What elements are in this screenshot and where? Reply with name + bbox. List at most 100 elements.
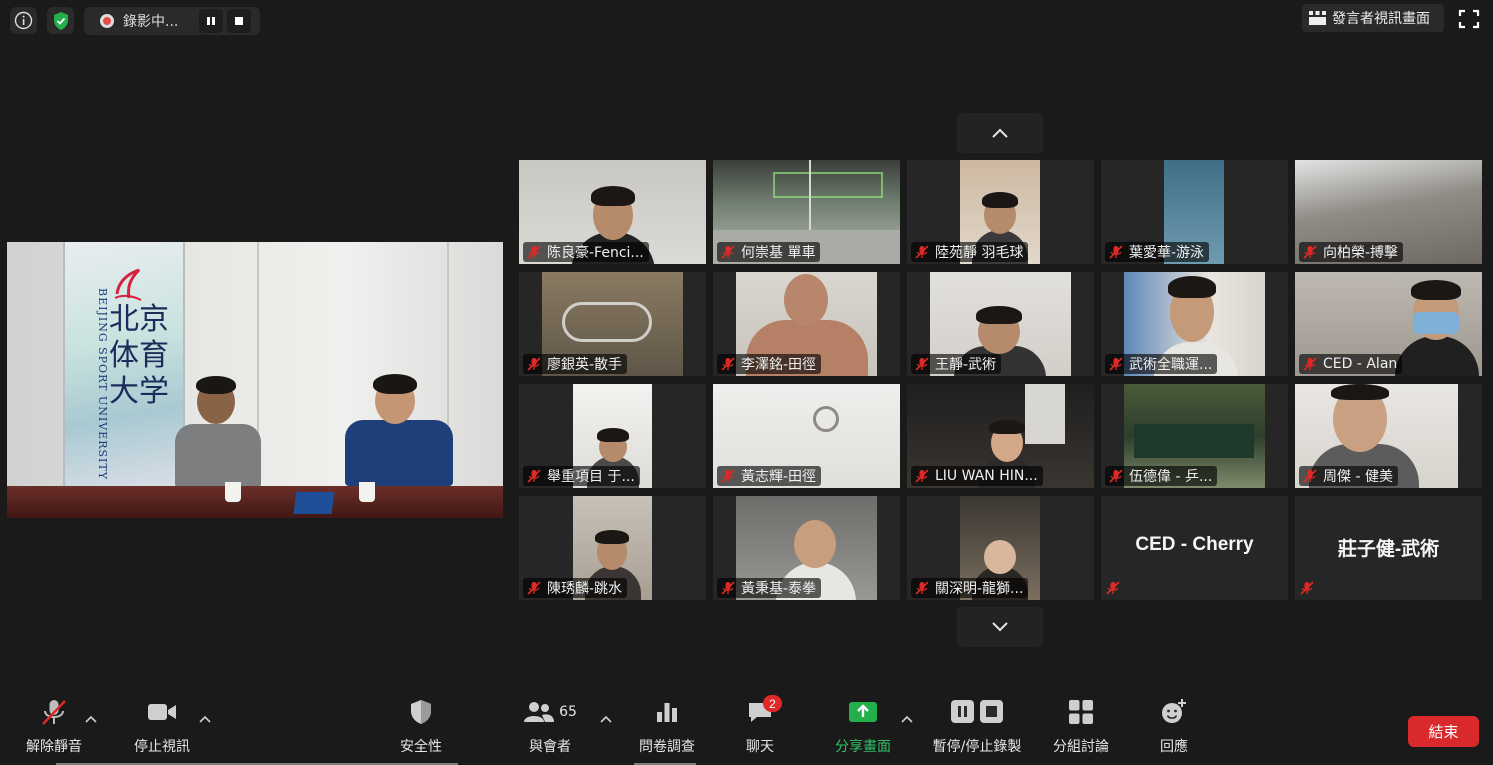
pause-stop-recording-label: 暫停/停止錄製 <box>932 739 1022 755</box>
participant-tile[interactable]: 關深明-龍獅... <box>907 496 1094 600</box>
person-jacket <box>345 420 453 486</box>
mic-muted-icon <box>1109 357 1123 371</box>
hair <box>989 420 1025 434</box>
security-button[interactable]: 安全性 <box>388 694 454 765</box>
share-screen-button[interactable]: 分享畫面 <box>830 694 896 765</box>
pause-stop-recording-button[interactable]: 暫停/停止錄製 <box>928 694 1026 765</box>
participant-tile[interactable]: 黃志輝-田徑 <box>713 384 900 488</box>
person-hair <box>373 374 417 394</box>
participants-count: 65 <box>559 704 577 720</box>
participants-button[interactable]: 65 與會者 <box>518 694 582 765</box>
share-screen-label: 分享畫面 <box>835 739 891 755</box>
participant-name: 陳琇麟-跳水 <box>547 581 623 597</box>
hair <box>1168 276 1216 298</box>
participant-name: LIU WAN HIN... <box>935 468 1038 484</box>
participant-tile[interactable]: 李澤銘-田徑 <box>713 272 900 376</box>
unmute-button[interactable]: 解除靜音 <box>20 694 88 765</box>
participant-display-name: 莊子健-武術 <box>1337 539 1440 560</box>
participant-name: 陈良豪-Fenci... <box>547 245 644 261</box>
fullscreen-icon[interactable] <box>1458 9 1480 29</box>
polls-button[interactable]: 問卷調查 <box>634 694 700 765</box>
video-options-chevron-up-icon[interactable] <box>198 714 212 724</box>
participant-tile[interactable]: 葉愛華-游泳 <box>1101 160 1288 264</box>
record-pause-stop-icon <box>951 700 1003 723</box>
sign-board <box>1134 424 1254 458</box>
hair <box>976 306 1022 324</box>
participant-tile[interactable]: 向柏榮-搏擊 <box>1295 160 1482 264</box>
participant-tile[interactable]: 陳琇麟-跳水 <box>519 496 706 600</box>
shield-icon <box>53 11 68 30</box>
participant-tile[interactable]: 舉重項目 于... <box>519 384 706 488</box>
participant-tile-video-off[interactable]: CED - Cherry <box>1101 496 1288 600</box>
participant-name-label: 舉重項目 于... <box>523 466 640 486</box>
recording-indicator: 錄影中... <box>84 7 260 35</box>
chat-unread-badge: 2 <box>763 695 782 712</box>
participants-label: 與會者 <box>529 739 571 755</box>
mic-muted-icon <box>1109 245 1123 259</box>
participant-tile[interactable]: 廖銀英-散手 <box>519 272 706 376</box>
participant-name-label: 陳琇麟-跳水 <box>523 578 628 598</box>
mic-muted-icon <box>721 245 735 259</box>
hair <box>597 428 629 442</box>
mic-muted-icon <box>1303 357 1317 371</box>
interviewee-person <box>167 374 277 488</box>
mic-muted-icon <box>527 581 541 595</box>
desk <box>7 486 503 518</box>
participant-tile[interactable]: CED - Alan <box>1295 272 1482 376</box>
university-logo-icon <box>114 268 142 301</box>
participant-tile-video-off[interactable]: 莊子健-武術 <box>1295 496 1482 600</box>
gallery-previous-page-button[interactable] <box>957 113 1043 153</box>
mic-muted-icon <box>1106 581 1120 595</box>
participant-name: 舉重項目 于... <box>547 469 635 485</box>
participant-name-label: 陈良豪-Fenci... <box>523 242 649 262</box>
share-options-chevron-up-icon[interactable] <box>900 714 914 724</box>
active-speaker-video[interactable]: BEIJING SPORT UNIVERSITY 北京体育大学 <box>7 242 503 518</box>
mic-muted-icon <box>1300 581 1314 595</box>
pause-icon <box>207 17 215 25</box>
shoulders <box>1395 336 1479 376</box>
participant-name-label: 陸苑靜 羽毛球 <box>911 242 1029 262</box>
pause-recording-button[interactable] <box>199 9 223 33</box>
speaker-view-button[interactable]: 發言者視訊畫面 <box>1302 4 1444 32</box>
meeting-info-button[interactable] <box>10 7 37 34</box>
reactions-button[interactable]: 回應 <box>1154 694 1194 765</box>
stop-recording-button[interactable] <box>227 9 251 33</box>
chevron-down-icon <box>992 622 1008 632</box>
stop-video-button[interactable]: 停止視訊 <box>128 694 196 765</box>
gallery-next-page-button[interactable] <box>957 607 1043 647</box>
mic-muted-icon <box>527 469 541 483</box>
mic-muted-icon <box>915 245 929 259</box>
participant-name: 廖銀英-散手 <box>547 357 623 373</box>
participant-tile[interactable]: LIU WAN HIN... <box>907 384 1094 488</box>
recording-label: 錄影中... <box>123 14 179 30</box>
banner-chinese-text: 北京体育大学 <box>109 302 169 409</box>
participant-name: 武術全職運... <box>1129 357 1213 373</box>
chat-button[interactable]: 2 聊天 <box>740 694 782 765</box>
hair <box>1411 280 1461 300</box>
face-mask <box>1413 312 1459 334</box>
participant-tile[interactable]: 黃秉基-泰拳 <box>713 496 900 600</box>
stop-video-label: 停止視訊 <box>134 739 190 755</box>
mic-muted-icon <box>42 700 66 725</box>
participant-tile[interactable]: 陈良豪-Fenci... <box>519 160 706 264</box>
participant-name: 周傑 - 健美 <box>1323 469 1393 485</box>
participant-tile[interactable]: 何崇基 單車 <box>713 160 900 264</box>
audio-options-chevron-up-icon[interactable] <box>84 714 98 724</box>
meeting-controls-toolbar: 解除靜音 停止視訊 安全性 65 與會者 問卷調查 2 聊天 分享畫面 暫停/停… <box>0 694 1493 765</box>
breakout-rooms-button[interactable]: 分組討論 <box>1048 694 1114 765</box>
encryption-button[interactable] <box>47 7 74 34</box>
participants-options-chevron-up-icon[interactable] <box>599 714 613 724</box>
wall-clock <box>813 406 839 432</box>
participant-name-label: 向柏榮-搏擊 <box>1299 242 1404 262</box>
ceiling-light <box>773 172 883 198</box>
mic-muted-icon <box>1303 245 1317 259</box>
end-meeting-button[interactable]: 結束 <box>1408 716 1479 747</box>
participant-tile[interactable]: 陸苑靜 羽毛球 <box>907 160 1094 264</box>
mic-muted-icon <box>915 581 929 595</box>
hair <box>595 530 629 544</box>
participant-tile[interactable]: 王靜-武術 <box>907 272 1094 376</box>
participant-tile[interactable]: 武術全職運... <box>1101 272 1288 376</box>
participant-tile[interactable]: 伍德偉 - 乒... <box>1101 384 1288 488</box>
polls-icon <box>657 703 677 722</box>
participant-tile[interactable]: 周傑 - 健美 <box>1295 384 1482 488</box>
